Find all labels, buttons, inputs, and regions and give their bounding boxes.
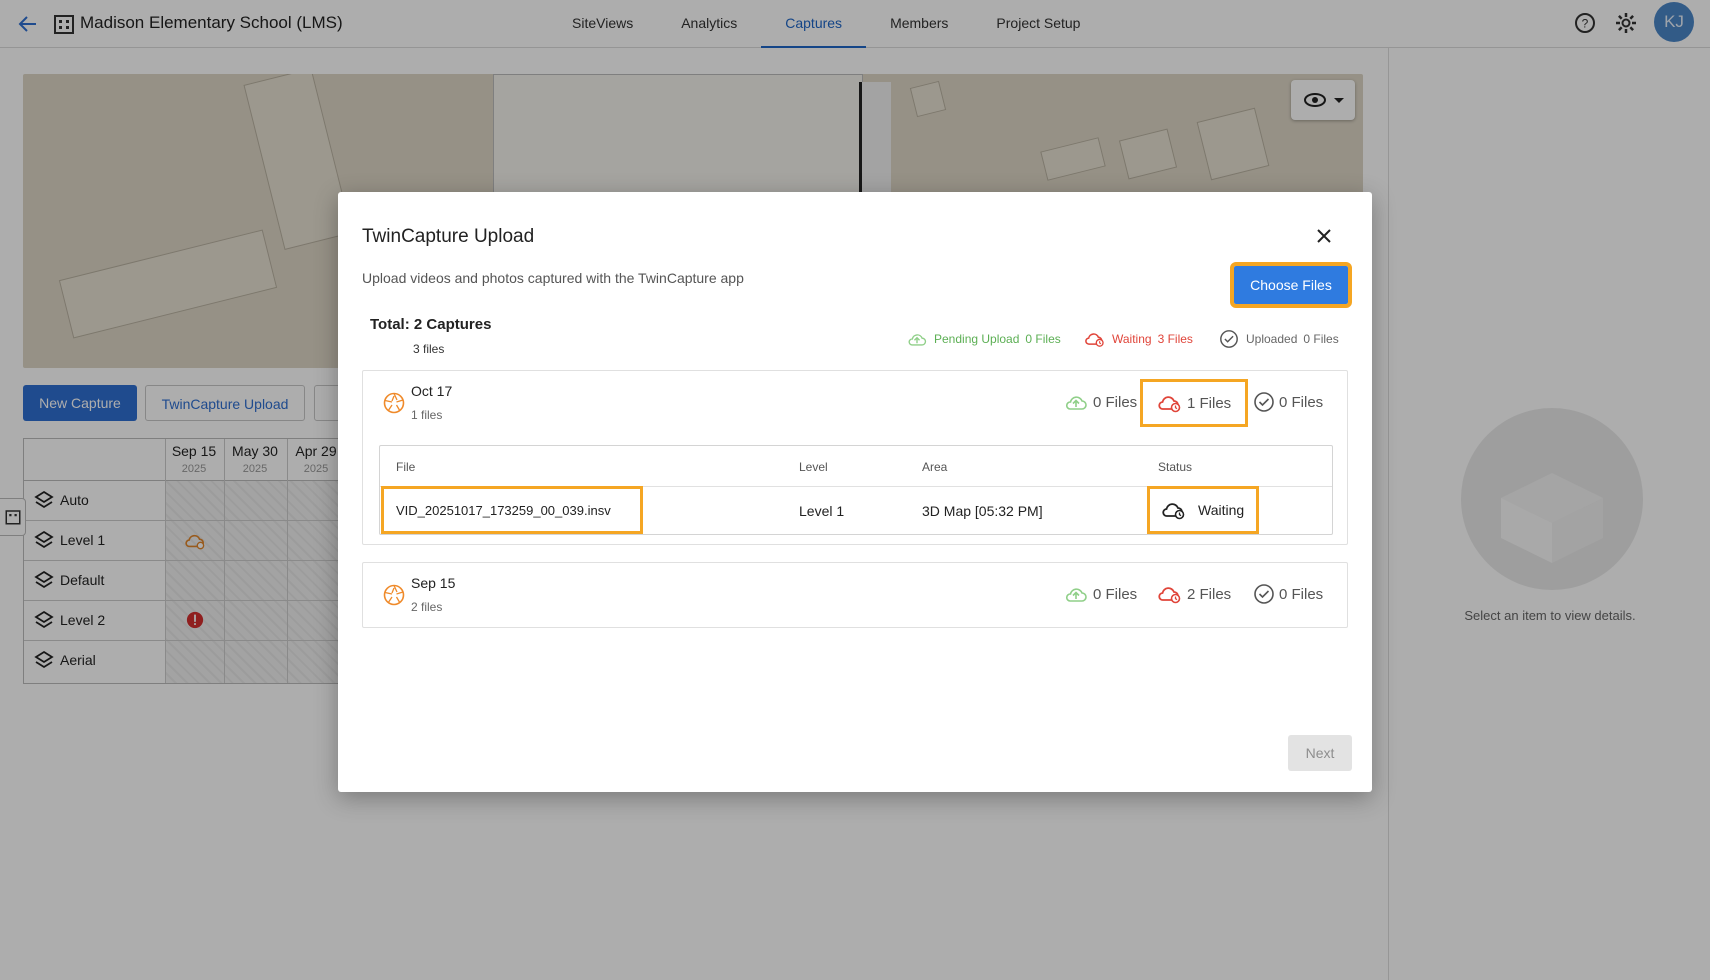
cloud-waiting-icon (1085, 333, 1104, 347)
total-captures: Total: 2 Captures (370, 316, 492, 333)
pending-count: 0 Files (1093, 393, 1138, 411)
column-header-status: Status (1158, 460, 1193, 474)
uploaded-count: 0 Files (1279, 393, 1324, 411)
twincapture-upload-dialog: TwinCapture Upload Upload videos and pho… (338, 192, 1372, 792)
group-waiting: 1 Files (1139, 379, 1249, 427)
group-waiting: 2 Files (1157, 583, 1231, 605)
column-header-area: Area (922, 460, 948, 474)
legend-waiting-label: Waiting (1112, 332, 1152, 346)
files-table: File Level Area Status VID_20251017_1732… (379, 445, 1333, 535)
capture-group: Oct 17 1 files 0 Files 1 Files 0 Files F… (362, 370, 1348, 545)
legend-uploaded-count: 0 Files (1303, 332, 1339, 346)
legend-uploaded-label: Uploaded (1246, 332, 1298, 346)
legend-pending: Pending Upload 0 Files (906, 329, 1061, 349)
check-circle-icon (1220, 330, 1238, 348)
uploaded-count: 0 Files (1279, 585, 1324, 603)
legend-uploaded: Uploaded 0 Files (1218, 329, 1339, 349)
cloud-waiting-icon (1158, 396, 1181, 413)
total-files: 3 files (413, 342, 445, 356)
capture-group: Sep 15 2 files 0 Files 2 Files 0 Files (362, 562, 1348, 628)
cloud-waiting-icon (1158, 587, 1181, 604)
choose-files-button[interactable]: Choose Files (1230, 262, 1352, 308)
group-date: Oct 17 (411, 383, 453, 399)
group-uploaded: 0 Files (1253, 583, 1323, 605)
capture-aperture-icon (383, 584, 405, 606)
area-cell: 3D Map [05:32 PM] (922, 503, 1043, 519)
group-pending: 0 Files (1063, 391, 1137, 413)
table-divider (380, 486, 1332, 487)
cloud-pending-icon (908, 334, 927, 346)
legend-waiting: Waiting 3 Files (1084, 329, 1193, 349)
capture-aperture-icon (383, 392, 405, 414)
file-name-cell[interactable]: VID_20251017_173259_00_039.insv (381, 486, 643, 534)
dialog-subtitle: Upload videos and photos captured with t… (362, 270, 744, 286)
column-header-level: Level (799, 460, 828, 474)
legend-pending-label: Pending Upload (934, 332, 1020, 346)
next-button[interactable]: Next (1288, 735, 1352, 771)
level-cell: Level 1 (799, 503, 845, 519)
group-file-count: 2 files (411, 600, 443, 614)
check-circle-icon (1254, 392, 1274, 412)
cloud-pending-icon (1065, 588, 1087, 602)
group-date: Sep 15 (411, 575, 456, 591)
cloud-pending-icon (1065, 396, 1087, 410)
status-label: Waiting (1198, 502, 1245, 518)
group-pending: 0 Files (1063, 583, 1137, 605)
legend-waiting-count: 3 Files (1157, 332, 1193, 346)
waiting-count: 1 Files (1187, 394, 1232, 412)
waiting-count: 2 Files (1187, 585, 1232, 603)
status-cell: Waiting (1147, 486, 1259, 534)
column-header-file: File (396, 460, 416, 474)
capture-group-header[interactable]: Sep 15 2 files 0 Files 2 Files 0 Files (363, 563, 1347, 627)
close-icon[interactable] (1314, 226, 1334, 246)
check-circle-icon (1254, 584, 1274, 604)
group-file-count: 1 files (411, 408, 443, 422)
pending-count: 0 Files (1093, 585, 1138, 603)
legend-pending-count: 0 Files (1025, 332, 1061, 346)
dialog-title: TwinCapture Upload (362, 226, 535, 247)
group-uploaded: 0 Files (1253, 391, 1323, 413)
capture-group-header[interactable]: Oct 17 1 files 0 Files 1 Files 0 Files (363, 371, 1347, 435)
cloud-waiting-icon (1162, 503, 1185, 520)
